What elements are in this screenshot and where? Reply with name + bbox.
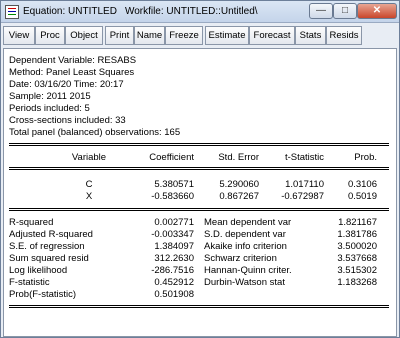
coef-row-x-coefficient: -0.583660 [151,191,194,202]
name-button[interactable]: Name [134,26,165,45]
print-button[interactable]: Print [105,26,134,45]
coef-row-c-variable: C [85,179,93,190]
stat-label: R-squared [9,217,54,228]
cross-sections-included: Cross-sections included: 33 [9,115,126,126]
stat-label: Prob(F-statistic) [9,289,77,300]
table-rule-header [9,167,389,170]
minimize-button[interactable]: — [309,3,333,19]
method: Method: Panel Least Squares [9,67,135,78]
coef-row-x-variable: X [85,191,93,202]
periods-included: Periods included: 5 [9,103,90,114]
maximize-button[interactable]: □ [333,3,357,19]
window-title-text: Equation: UNTITLED [23,6,117,17]
stat-label: S.E. of regression [9,241,85,252]
equation-window: Equation: UNTITLED Workfile: UNTITLED::Un… [0,0,400,338]
stat-label: Hannan-Quinn criter. [204,265,292,276]
stat-value: 1.381786 [337,229,377,240]
workfile-label: Workfile: UNTITLED::Untitled\ [124,6,258,17]
toolbar: View Proc Object Print Name Freeze Estim… [3,26,399,46]
stat-value: 0.501908 [154,289,194,300]
stat-label: Sum squared resid [9,253,89,264]
close-button[interactable]: ✕ [357,3,397,19]
coef-row-x-std-error: 0.867267 [219,191,259,202]
resids-button[interactable]: Resids [326,26,362,45]
col-header-prob: Prob. [354,152,377,163]
col-header-std-error: Std. Error [218,152,259,163]
table-rule-bottom [9,305,389,308]
stat-label: Log likelihood [9,265,68,276]
total-observations: Total panel (balanced) observations: 165 [9,127,181,138]
stat-value: 0.002771 [154,217,194,228]
stat-label: Mean dependent var [204,217,292,228]
forecast-button[interactable]: Forecast [249,26,295,45]
stat-value: 0.452912 [154,277,194,288]
coef-row-x-t-statistic: -0.672987 [281,191,324,202]
col-header-t-statistic: t-Statistic [284,152,324,163]
stat-value: 3.500020 [337,241,377,252]
stat-value: -286.7516 [151,265,194,276]
stat-label: Schwarz criterion [204,253,277,264]
coef-row-x-prob: 0.5019 [347,191,377,202]
table-rule-stats [9,208,389,211]
stat-value: 3.537668 [337,253,377,264]
stat-label: F-statistic [9,277,50,288]
stat-value: 312.2630 [154,253,194,264]
stat-label: Akaike info criterion [204,241,287,252]
coef-row-c-prob: 0.3106 [347,179,377,190]
date-time: Date: 03/16/20 Time: 20:17 [9,79,124,90]
estimation-output: Dependent Variable: RESABS Method: Panel… [3,48,397,337]
stat-value: 1.821167 [338,217,377,228]
object-button[interactable]: Object [65,26,103,45]
coef-row-c-t-statistic: 1.017110 [285,179,324,190]
stat-label: Durbin-Watson stat [204,277,285,288]
coef-row-c-coefficient: 5.380571 [154,179,194,190]
view-button[interactable]: View [3,26,35,45]
sample: Sample: 2011 2015 [9,91,91,102]
table-rule-top [9,143,389,146]
dependent-variable: Dependent Variable: RESABS [9,55,137,66]
freeze-button[interactable]: Freeze [165,26,203,45]
stat-label: Adjusted R-squared [9,229,93,240]
stat-value: 3.515302 [337,265,377,276]
col-header-coefficient: Coefficient [149,152,194,163]
stat-label: S.D. dependent var [204,229,286,240]
window-title: Equation: UNTITLED Workfile: UNTITLED::Un… [23,6,258,17]
proc-button[interactable]: Proc [35,26,65,45]
title-bar[interactable]: Equation: UNTITLED Workfile: UNTITLED::Un… [1,1,399,23]
estimate-button[interactable]: Estimate [205,26,249,45]
coef-row-c-std-error: 5.290060 [219,179,259,190]
col-header-variable: Variable [71,152,107,163]
equation-app-icon [5,5,19,19]
stats-button[interactable]: Stats [295,26,326,45]
stat-value: 1.183268 [337,277,377,288]
stat-value: -0.003347 [151,229,194,240]
stat-value: 1.384097 [154,241,194,252]
